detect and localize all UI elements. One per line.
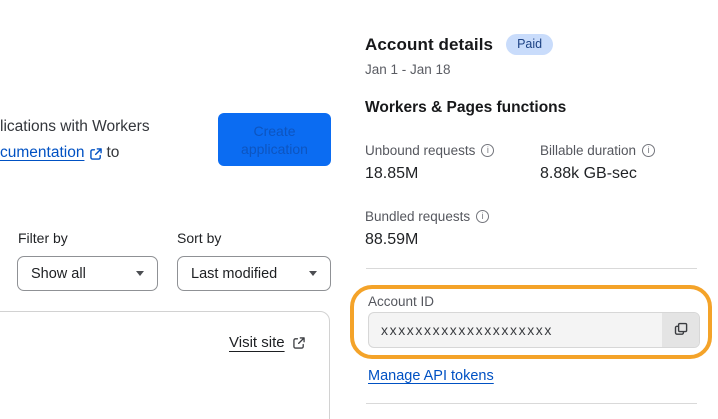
intro-after-link: to [106, 144, 120, 161]
sort-select-value: Last modified [191, 265, 278, 282]
external-link-icon [292, 334, 306, 351]
account-details-title: Account details [365, 34, 494, 54]
info-icon[interactable]: i [642, 144, 656, 157]
stat-value: 8.88k GB-sec [540, 165, 637, 182]
workers-dashboard-screen: lications with Workers cumentation to Cre… [0, 0, 718, 419]
stat-label: Unbound requests [365, 143, 476, 158]
intro-line1: lications with Workers [0, 118, 150, 135]
visit-site-link[interactable]: Visit site [229, 334, 309, 351]
intro-text: lications with Workers cumentation to [0, 114, 150, 167]
account-id-input[interactable] [369, 313, 662, 347]
filter-select[interactable]: Show all [17, 256, 158, 291]
divider [366, 403, 697, 404]
documentation-link[interactable]: cumentation [0, 144, 84, 161]
info-icon[interactable]: i [476, 210, 490, 223]
filter-select-value: Show all [31, 265, 86, 282]
stat-label: Bundled requests [365, 209, 471, 224]
sort-by-label: Sort by [177, 230, 222, 246]
visit-site-label: Visit site [229, 334, 285, 351]
account-id-label: Account ID [368, 294, 435, 309]
copy-account-id-button[interactable] [662, 313, 699, 347]
stat-label: Billable duration [540, 143, 637, 158]
info-icon[interactable]: i [481, 144, 495, 157]
project-card [0, 311, 330, 419]
account-id-field-group [368, 312, 700, 348]
functions-section-title: Workers & Pages functions [365, 99, 567, 116]
divider [366, 268, 697, 269]
stat-billable-duration: Billable duration i 8.88k GB-sec [540, 143, 656, 183]
billing-date-range: Jan 1 - Jan 18 [365, 62, 451, 77]
stat-bundled-requests: Bundled requests i 88.59M [365, 209, 490, 249]
stat-value: 18.85M [365, 165, 419, 182]
manage-api-tokens-link[interactable]: Manage API tokens [368, 368, 494, 384]
filter-by-label: Filter by [18, 230, 68, 246]
account-details-header: Account details Paid [365, 34, 554, 55]
external-link-icon [89, 141, 103, 167]
paid-plan-badge: Paid [506, 34, 554, 55]
sort-select[interactable]: Last modified [177, 256, 331, 291]
create-application-button[interactable]: Create application [218, 113, 331, 166]
chevron-down-icon [309, 271, 317, 276]
stat-unbound-requests: Unbound requests i 18.85M [365, 143, 495, 183]
copy-icon [673, 321, 689, 340]
stat-value: 88.59M [365, 231, 419, 248]
chevron-down-icon [136, 271, 144, 276]
